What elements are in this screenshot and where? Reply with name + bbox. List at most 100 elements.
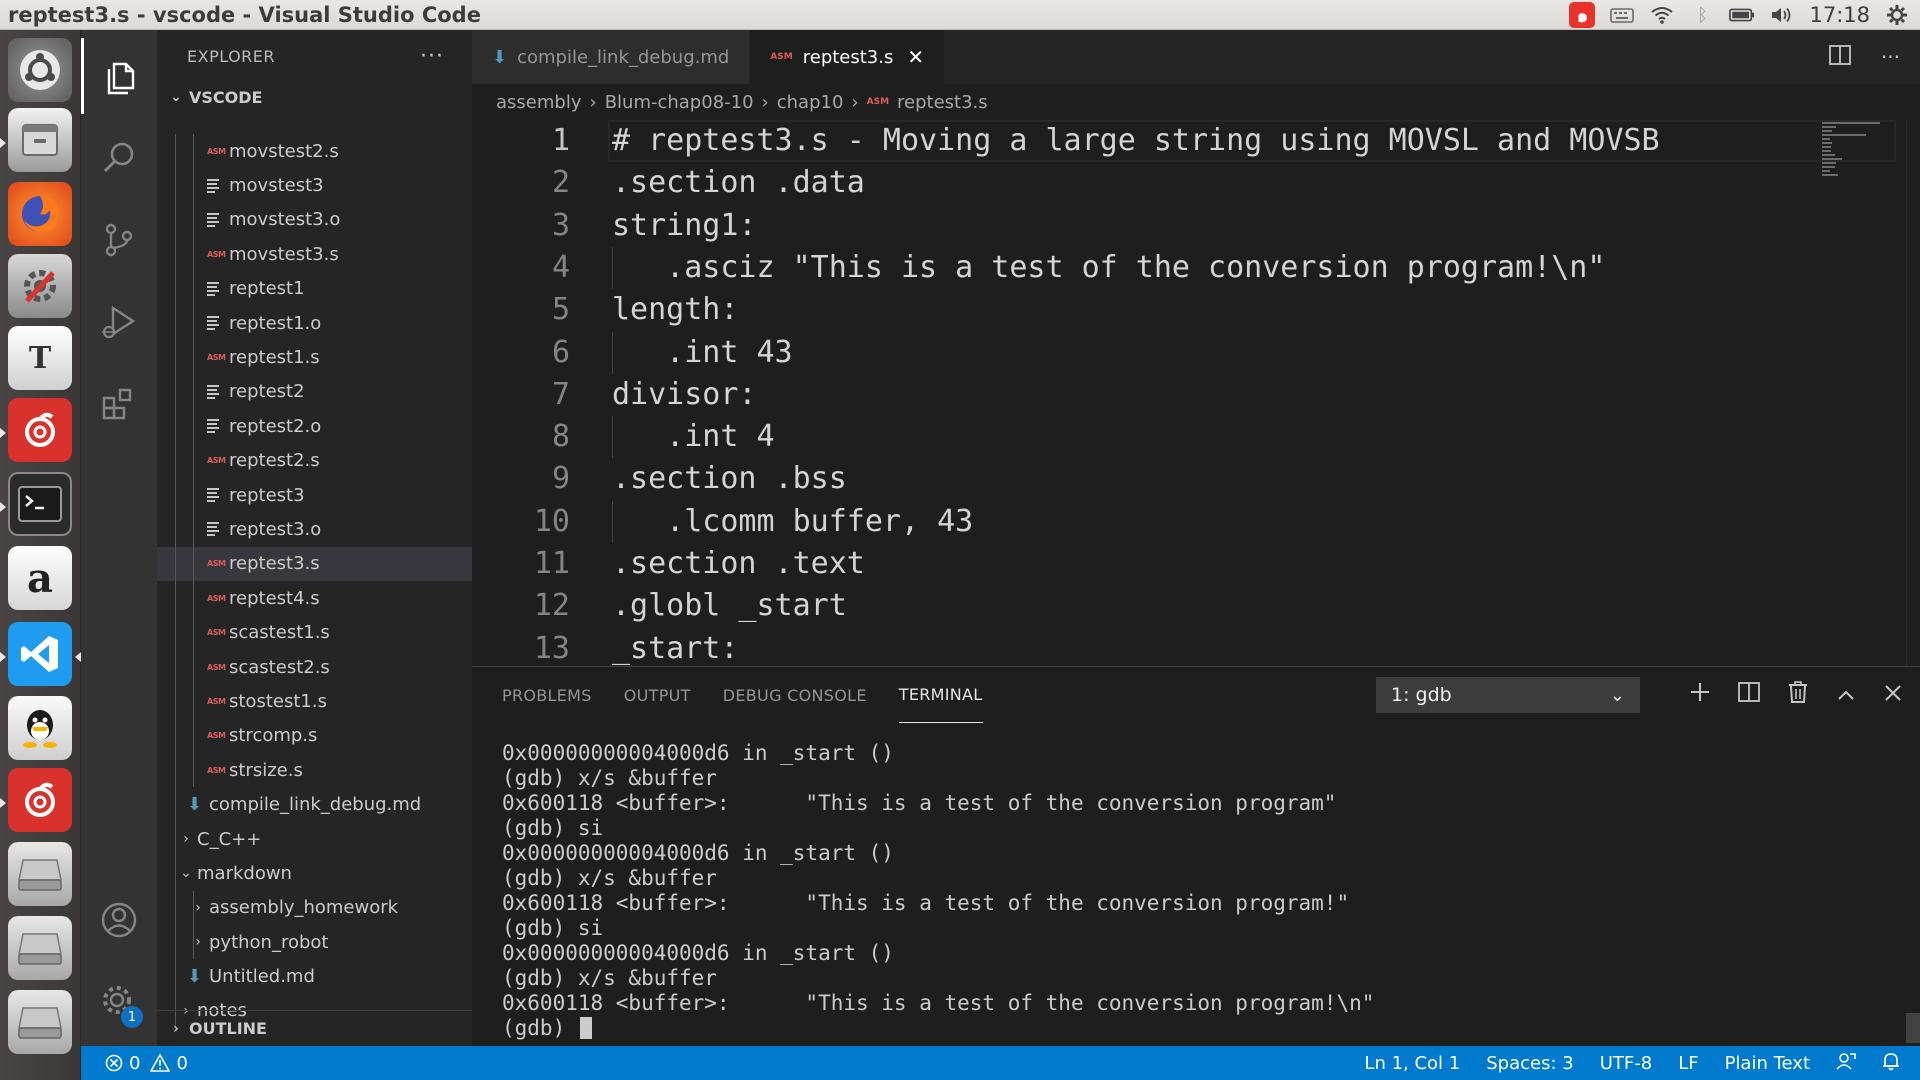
file-item[interactable]: reptest2.o — [157, 409, 472, 444]
terminal-select[interactable]: 1: gdb ⌄ — [1376, 677, 1640, 713]
end-of-line[interactable]: LF — [1678, 1053, 1698, 1074]
manage-gear-icon[interactable]: 1 — [81, 964, 157, 1040]
tab-reptest3[interactable]: ASM reptest3.s ✕ — [750, 30, 946, 84]
terminal-icon[interactable] — [8, 472, 72, 536]
terminal-prompt-line[interactable]: (gdb) — [502, 1016, 1374, 1041]
qq-icon[interactable] — [8, 696, 72, 760]
file-item[interactable]: ASM scastest2.s — [157, 649, 472, 685]
breadcrumb-item[interactable]: Blum-chap08-10 — [605, 92, 754, 113]
code-line[interactable]: 4 .asciz "This is a test of the conversi… — [472, 246, 1920, 289]
close-panel-icon[interactable] — [1884, 683, 1902, 708]
file-item[interactable]: ⬇ Untitled.md — [157, 959, 472, 994]
disk-3-icon[interactable] — [8, 990, 72, 1054]
accounts-icon[interactable] — [81, 882, 157, 958]
vscode-launcher-icon[interactable] — [8, 622, 72, 686]
firefox-icon[interactable] — [8, 182, 72, 246]
text-editor-icon[interactable]: T — [8, 326, 72, 390]
file-item[interactable]: movstest3 — [157, 168, 472, 203]
volume-icon[interactable] — [1769, 4, 1795, 26]
file-item[interactable]: ASM strsize.s — [157, 753, 472, 788]
breadcrumb-item[interactable]: reptest3.s — [897, 92, 988, 113]
folder-item[interactable]: ⌄ markdown — [157, 856, 472, 891]
code-editor[interactable]: 1 # reptest3.s - Moving a large string us… — [472, 120, 1920, 666]
file-item[interactable]: ASM reptest2.s — [157, 443, 472, 478]
encoding[interactable]: UTF-8 — [1600, 1053, 1652, 1074]
battery-icon[interactable] — [1729, 4, 1755, 26]
code-line[interactable]: 6 .int 43 — [472, 331, 1920, 374]
breadcrumb-item[interactable]: chap10 — [777, 92, 844, 113]
ubuntu-dash-icon[interactable] — [8, 38, 72, 102]
indentation[interactable]: Spaces: 3 — [1486, 1053, 1573, 1074]
file-item[interactable]: ASM movstest2.s — [157, 134, 472, 169]
file-item[interactable]: reptest3 — [157, 477, 472, 513]
tab-problems[interactable]: PROBLEMS — [502, 667, 592, 723]
bluetooth-icon[interactable]: ᛒ — [1689, 4, 1715, 26]
code-line[interactable]: 9 .section .bss — [472, 458, 1920, 500]
code-line[interactable]: 7 divisor: — [472, 374, 1920, 416]
code-line[interactable]: 10 .lcomm buffer, 43 — [472, 500, 1920, 543]
code-line[interactable]: 12 .globl _start — [472, 585, 1920, 627]
file-item[interactable]: ASM scastest1.s — [157, 615, 472, 650]
file-item[interactable]: reptest2 — [157, 374, 472, 410]
disk-2-icon[interactable] — [8, 916, 72, 980]
cursor-position[interactable]: Ln 1, Col 1 — [1364, 1053, 1460, 1074]
maximize-panel-icon[interactable] — [1836, 683, 1856, 708]
code-line[interactable]: 2 .section .data — [472, 162, 1920, 204]
close-icon[interactable]: ✕ — [907, 45, 924, 69]
system-settings-icon[interactable] — [8, 254, 72, 318]
code-line[interactable]: 3 string1: — [472, 205, 1920, 247]
source-control-icon[interactable] — [81, 202, 157, 278]
netease-music-icon[interactable] — [8, 398, 72, 462]
code-line[interactable]: 11 .section .text — [472, 543, 1920, 585]
power-gear-icon[interactable] — [1884, 4, 1910, 26]
file-item[interactable]: ASM reptest4.s — [157, 581, 472, 616]
keyboard-icon[interactable] — [1609, 4, 1635, 26]
file-item[interactable]: ASM movstest3.s — [157, 237, 472, 272]
run-debug-icon[interactable] — [81, 284, 157, 360]
new-terminal-icon[interactable] — [1690, 682, 1710, 708]
code-line[interactable]: 5 length: — [472, 289, 1920, 331]
file-item[interactable]: movstest3.o — [157, 202, 472, 238]
extensions-icon[interactable] — [81, 366, 157, 442]
tab-output[interactable]: OUTPUT — [624, 667, 691, 723]
tab-debug-console[interactable]: DEBUG CONSOLE — [723, 667, 867, 723]
netease-tray-icon[interactable]: ๑ — [1569, 2, 1596, 28]
bell-icon[interactable] — [1882, 1051, 1900, 1076]
file-item[interactable]: ASM reptest3.s — [157, 546, 472, 582]
terminal-scrollbar[interactable] — [1906, 1013, 1920, 1043]
split-terminal-icon[interactable] — [1738, 682, 1760, 708]
disk-icon[interactable] — [8, 842, 72, 906]
problems-status[interactable]: 0 0 — [81, 1053, 188, 1074]
folder-item[interactable]: › assembly_homework — [157, 890, 472, 925]
more-actions-icon[interactable]: ··· — [1881, 45, 1900, 69]
file-item[interactable]: ASM reptest1.s — [157, 340, 472, 375]
code-line[interactable]: 1 # reptest3.s - Moving a large string us… — [472, 120, 1920, 162]
folder-item[interactable]: › python_robot — [157, 924, 472, 960]
file-item[interactable]: ASM strcomp.s — [157, 718, 472, 754]
tab-compile-link-debug[interactable]: ⬇ compile_link_debug.md — [472, 30, 751, 84]
trash-icon[interactable] — [1788, 681, 1808, 709]
wifi-icon[interactable] — [1649, 4, 1675, 26]
code-line[interactable]: 13 _start: — [472, 628, 1920, 666]
netease-music-2-icon[interactable] — [8, 768, 72, 832]
search-icon[interactable] — [81, 120, 157, 196]
tab-terminal[interactable]: TERMINAL — [898, 667, 983, 723]
explorer-more-button[interactable]: ··· — [420, 44, 444, 69]
outline-section-header[interactable]: › OUTLINE — [157, 1010, 472, 1046]
workspace-section-header[interactable]: ⌄ VSCODE — [157, 82, 472, 112]
terminal-output[interactable]: 0x00000000004000d6 in _start () (gdb) x/s… — [502, 741, 1374, 1041]
file-item[interactable]: ASM stostest1.s — [157, 684, 472, 719]
file-item[interactable]: reptest3.o — [157, 512, 472, 547]
clock[interactable]: 17:18 — [1809, 3, 1870, 27]
feedback-icon[interactable] — [1836, 1051, 1856, 1076]
breadcrumb-item[interactable]: assembly — [496, 92, 581, 113]
explorer-icon[interactable] — [81, 38, 157, 114]
folder-item[interactable]: › C_C++ — [157, 821, 472, 857]
code-line[interactable]: 8 .int 4 — [472, 416, 1920, 459]
language-mode[interactable]: Plain Text — [1725, 1053, 1810, 1074]
amazon-icon[interactable]: a — [8, 546, 72, 610]
file-item[interactable]: reptest1 — [157, 271, 472, 306]
file-item[interactable]: ⬇ compile_link_debug.md — [157, 787, 472, 822]
file-item[interactable]: reptest1.o — [157, 305, 472, 341]
files-icon[interactable] — [8, 108, 72, 172]
